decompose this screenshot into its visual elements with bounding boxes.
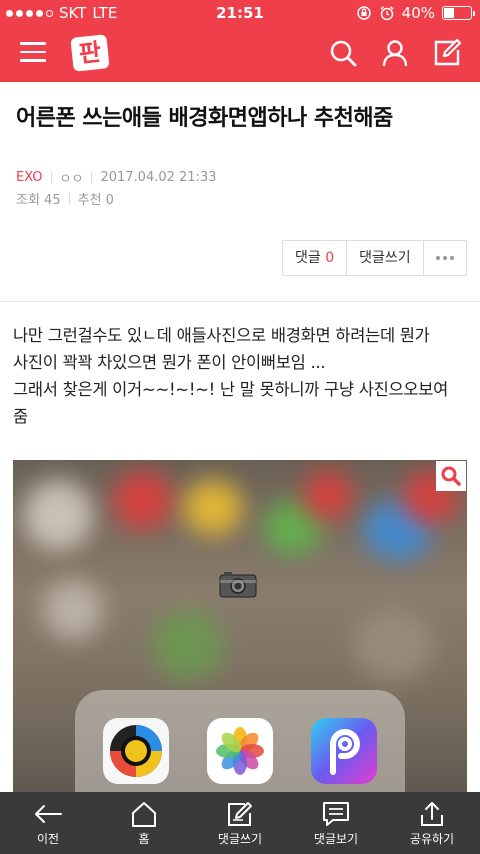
app-header: SKT LTE 21:51 40% 판 [0,0,480,82]
camera-app-icon [103,718,169,784]
comments-label: 댓글 [295,250,321,266]
body-line: 사진이 꽉꽉 차있으면 뭔가 폰이 안이뻐보임 ... [13,353,326,372]
view-comments-tab[interactable]: 댓글보기 [288,792,384,854]
back-button[interactable]: 이전 [0,792,96,854]
photos-app-icon [207,718,273,784]
share-label: 공유하기 [409,832,455,846]
share-icon [421,802,443,826]
home-button[interactable]: 홈 [96,792,192,854]
more-options-button[interactable] [424,241,466,275]
article-meta: EXO ㅇㅇ 2017.04.02 21:33 [16,168,216,187]
write-comment-button[interactable]: 댓글쓰기 [347,241,424,275]
article-image[interactable] [13,460,467,800]
magnifier-icon [441,466,461,486]
battery-percent: 40% [401,4,435,22]
bottom-toolbar: 이전 홈 댓글쓰기 댓글보기 공유하기 [0,792,480,854]
home-icon [132,802,156,827]
category-link[interactable]: EXO [16,170,43,185]
back-arrow-icon [35,805,62,823]
write-icon [228,802,252,826]
alarm-icon [380,6,394,21]
article-stats: 조회 45 추천 0 [16,189,114,208]
comments-button[interactable]: 댓글 0 [283,241,348,275]
view-comments-label: 댓글보기 [313,832,359,846]
more-dot-icon [435,256,440,260]
share-button[interactable]: 공유하기 [384,792,480,854]
write-comment-label: 댓글쓰기 [217,832,263,846]
view-count: 조회 45 [16,193,61,208]
search-icon[interactable] [328,38,358,68]
write-comment-tab[interactable]: 댓글쓰기 [192,792,288,854]
picsart-app-icon [311,718,377,784]
battery-icon [442,6,475,20]
body-line: 그래서 찾은게 이거~~!~!~! 난 말 못하니까 구냥 사진으오보여 [13,380,449,399]
compose-icon[interactable] [432,38,462,68]
article-title: 어른폰 쓰는애들 배경화면앱하나 추천해줌 [16,106,393,131]
author-name: ㅇㅇ [59,172,84,187]
user-icon[interactable] [380,38,410,68]
divider [0,301,480,302]
article-actions: 댓글 0 댓글쓰기 [282,240,467,276]
comments-count: 0 [325,250,335,266]
article-body: 나만 그런걸수도 있ㄴ데 애들사진으로 배경화면 하려는데 뭔가 사진이 꽉꽉 … [13,322,468,430]
body-line: 나만 그런걸수도 있ㄴ데 애들사진으로 배경화면 하려는데 뭔가 [13,326,430,345]
menu-button[interactable] [20,42,46,64]
app-logo[interactable]: 판 [70,34,110,72]
recommend-count: 추천 0 [77,193,114,208]
zoom-button[interactable] [436,461,466,491]
home-label: 홈 [138,832,150,846]
camera-icon [219,572,257,598]
back-label: 이전 [36,832,60,846]
post-date: 2017.04.02 21:33 [100,170,217,185]
status-bar: SKT LTE 21:51 40% [0,0,480,26]
comment-icon [323,802,349,826]
body-line: 줌 [13,407,28,426]
rotation-lock-icon [356,6,371,20]
